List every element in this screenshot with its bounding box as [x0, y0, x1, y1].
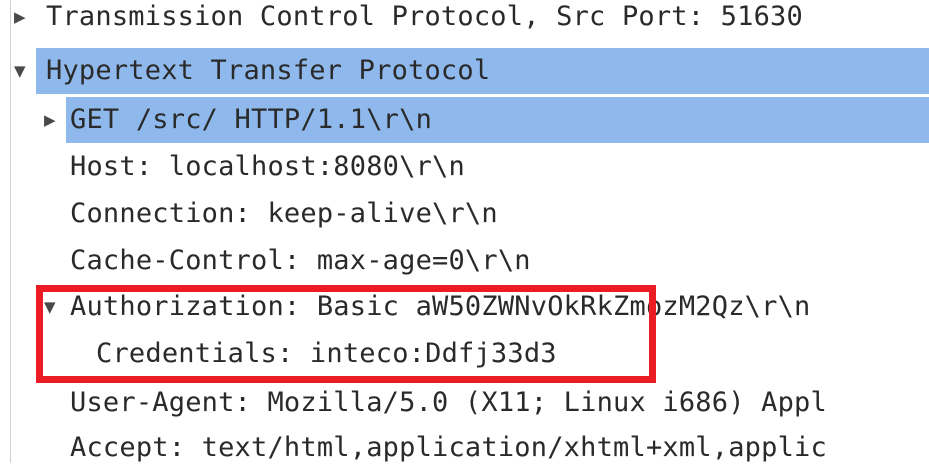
- tree-row-label: GET /src/ HTTP/1.1\r\n: [70, 104, 433, 135]
- collapse-arrow-icon[interactable]: ▼: [44, 284, 56, 330]
- expand-arrow-icon[interactable]: ▶: [14, 0, 26, 40]
- tree-row-label: Authorization: Basic aW50ZWNvOkRkZmozM2Q…: [70, 291, 811, 322]
- tree-row-label: Credentials: inteco:Ddfj33d3: [96, 338, 557, 369]
- tree-row-label: Hypertext Transfer Protocol: [46, 55, 491, 86]
- tree-row-label: Transmission Control Protocol, Src Port:…: [46, 1, 803, 32]
- tree-row-label: Accept: text/html,application/xhtml+xml,…: [70, 432, 827, 463]
- tree-row-label: Connection: keep-alive\r\n: [70, 198, 498, 229]
- tree-row-tcp[interactable]: ▶ Transmission Control Protocol, Src Por…: [0, 0, 929, 40]
- tree-row-label: User-Agent: Mozilla/5.0 (X11; Linux i686…: [70, 387, 827, 418]
- tree-row-label: Host: localhost:8080\r\n: [70, 151, 465, 182]
- tree-row-label: Cache-Control: max-age=0\r\n: [70, 245, 531, 276]
- tree-left-rule: [10, 0, 11, 463]
- packet-details-tree: ▶ Transmission Control Protocol, Src Por…: [0, 0, 929, 463]
- expand-arrow-icon[interactable]: ▶: [44, 97, 56, 143]
- collapse-arrow-icon[interactable]: ▼: [14, 48, 26, 94]
